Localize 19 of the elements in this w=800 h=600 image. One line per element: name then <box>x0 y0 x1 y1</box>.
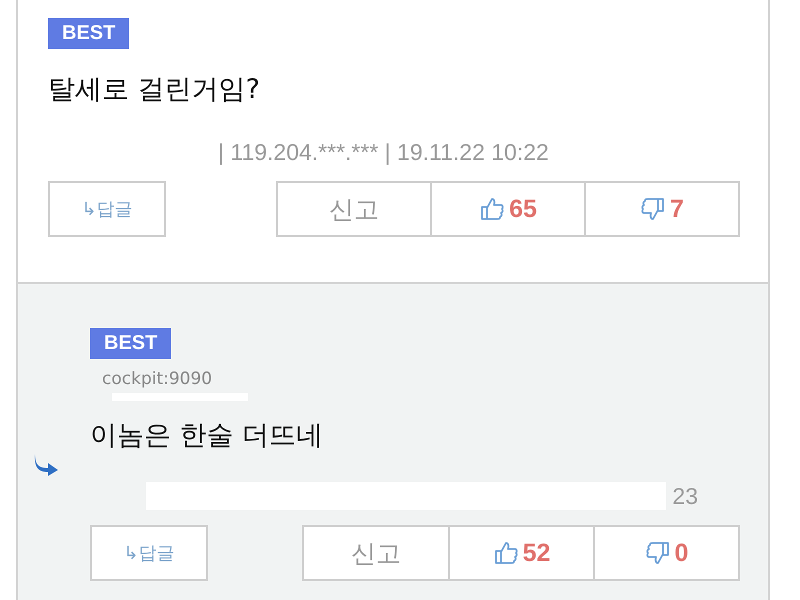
like-button[interactable]: 65 <box>432 181 586 237</box>
reply-button[interactable]: ↳답글 <box>90 525 208 581</box>
thumbs-up-icon <box>492 540 519 566</box>
report-button[interactable]: 신고 <box>276 181 432 237</box>
report-button[interactable]: 신고 <box>302 525 450 581</box>
best-badge: BEST <box>90 328 172 359</box>
like-button[interactable]: 52 <box>450 525 595 581</box>
author-name: cockpit:9090 <box>102 369 212 389</box>
dislike-button[interactable]: 7 <box>586 181 740 237</box>
comment-text: 탈세로 걸린거임? <box>48 73 261 107</box>
comment-meta: | 119.204.***.*** | 19.11.22 10:22 <box>218 138 549 166</box>
comment-meta: 23 <box>672 482 698 510</box>
best-badge: BEST <box>48 18 130 49</box>
thumbs-down-icon <box>644 540 671 566</box>
comment-text: 이놈은 한술 더뜨네 <box>90 419 324 453</box>
thumbs-down-icon <box>640 196 666 222</box>
thumbs-up-icon <box>479 196 506 222</box>
dislike-button[interactable]: 0 <box>595 525 740 581</box>
reply-button[interactable]: ↳답글 <box>48 181 166 237</box>
